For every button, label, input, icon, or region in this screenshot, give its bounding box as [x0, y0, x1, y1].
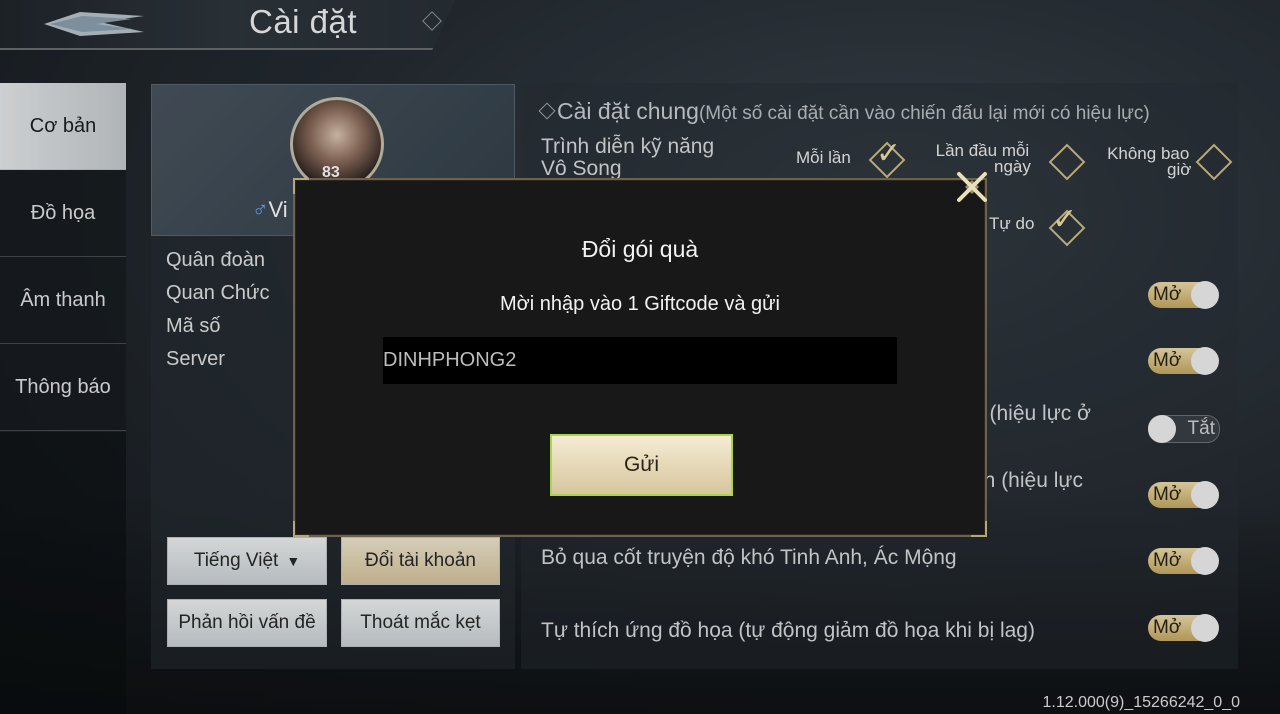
corner-ornament: [971, 521, 987, 537]
close-icon[interactable]: [953, 168, 991, 206]
giftcode-dialog: Đổi gói quà Mời nhập vào 1 Giftcode và g…: [293, 178, 987, 537]
send-button[interactable]: Gửi: [550, 434, 733, 496]
giftcode-input[interactable]: [383, 337, 897, 384]
dialog-title: Đổi gói quà: [581, 236, 699, 262]
corner-ornament: [293, 521, 309, 537]
dialog-subtitle: Mời nhập vào 1 Giftcode và gửi: [500, 293, 780, 315]
corner-ornament: [293, 178, 309, 194]
